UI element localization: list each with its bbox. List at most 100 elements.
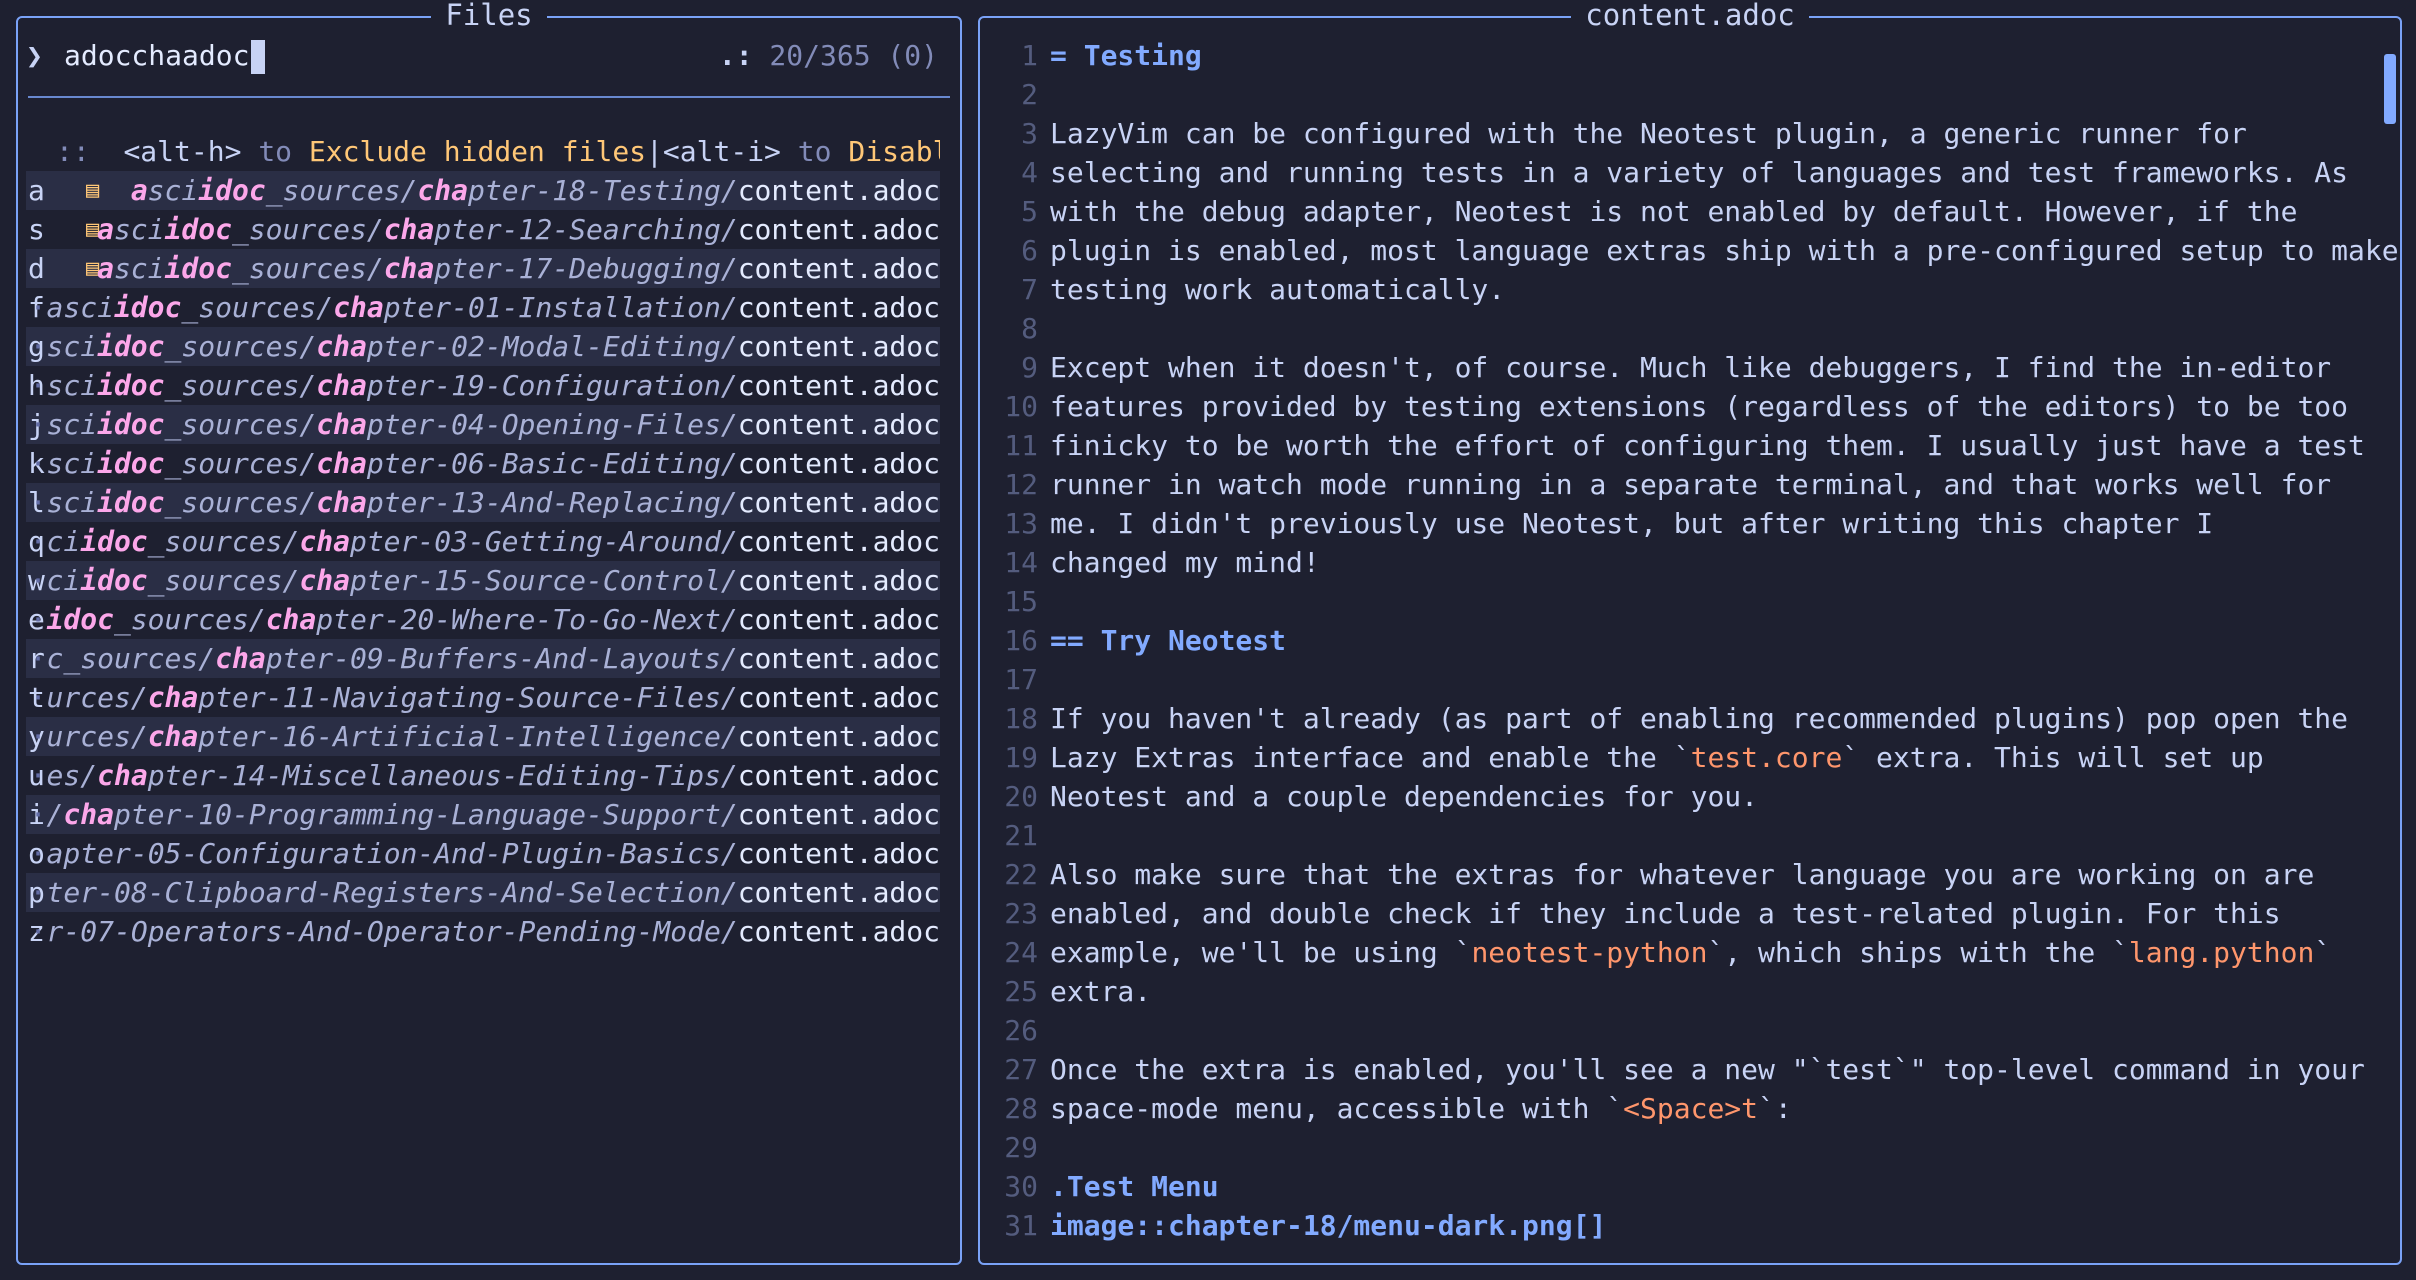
text-run: me. I didn't previously use Neotest, but… xyxy=(1050,507,2214,540)
scrollbar-thumb[interactable] xyxy=(2384,54,2396,124)
match-highlight: cha xyxy=(316,447,367,480)
match-highlight: cha xyxy=(63,798,114,831)
dir-segment: pter-15-Source-Control/ xyxy=(349,564,738,597)
line-number: 18 xyxy=(1004,702,1038,735)
line-number: 4 xyxy=(1021,156,1038,189)
search-query: adocchaadoc xyxy=(64,39,250,72)
file-path: ··sciidoc_sources/chapter-04-Opening-Fil… xyxy=(26,405,940,444)
file-path: ··urces/chapter-11-Navigating-Source-Fil… xyxy=(26,678,940,717)
dir-segment: sci xyxy=(46,486,98,519)
file-result-row[interactable]: z··r-07-Operators-And-Operator-Pending-M… xyxy=(26,912,940,951)
code-line: 31 image::chapter-18/menu-dark.png[] xyxy=(980,1206,2380,1245)
code-line: 14 changed my mind! xyxy=(980,543,2380,582)
line-number: 25 xyxy=(1004,975,1038,1008)
file-name: content.adoc xyxy=(737,681,940,714)
inline-code: lang.python xyxy=(2128,936,2315,969)
match-highlight: cha xyxy=(333,291,384,324)
match-highlight: cha xyxy=(383,252,435,285)
file-result-row[interactable]: e··idoc_sources/chapter-20-Where-To-Go-N… xyxy=(26,600,940,639)
line-number: 1 xyxy=(1021,39,1038,72)
match-highlight: cha xyxy=(316,369,367,402)
dir-segment: c xyxy=(46,642,64,675)
inline-code: test.core xyxy=(1690,741,1843,774)
file-result-row[interactable]: y··urces/chapter-16-Artificial-Intellige… xyxy=(26,717,940,756)
file-result-row[interactable]: k··sciidoc_sources/chapter-06-Basic-Edit… xyxy=(26,444,940,483)
code-line: 21 xyxy=(980,816,2380,855)
heading-text: .Test Menu xyxy=(1050,1170,1219,1203)
dir-segment: _sources/ xyxy=(63,642,216,675)
hint-to-1: to xyxy=(258,135,293,168)
match-highlight: idoc xyxy=(97,369,165,402)
file-name: content.adoc xyxy=(737,291,940,324)
file-result-row[interactable]: p··ter-08-Clipboard-Registers-And-Select… xyxy=(26,873,940,912)
line-number: 2 xyxy=(1021,78,1038,111)
line-number: 28 xyxy=(1004,1092,1038,1125)
file-text-icon: ▤ xyxy=(86,178,100,203)
file-result-row[interactable]: j··sciidoc_sources/chapter-04-Opening-Fi… xyxy=(26,405,940,444)
match-highlight: cha xyxy=(299,564,350,597)
file-path: ··ciidoc_sources/chapter-03-Getting-Arou… xyxy=(26,522,940,561)
line-number: 21 xyxy=(1004,819,1038,852)
dir-segment: _sources/ xyxy=(231,213,384,246)
file-result-row[interactable]: g··sciidoc_sources/chapter-02-Modal-Edit… xyxy=(26,327,940,366)
dir-segment: _sources/ xyxy=(147,564,300,597)
dir-segment: ter-08-Clipboard-Registers-And-Selection… xyxy=(46,876,738,909)
code-line: 11 finicky to be worth the effort of conf… xyxy=(980,426,2380,465)
file-result-row[interactable]: t··urces/chapter-11-Navigating-Source-Fi… xyxy=(26,678,940,717)
file-path: ··c_sources/chapter-09-Buffers-And-Layou… xyxy=(26,639,940,678)
files-panel-title: Files xyxy=(431,0,547,32)
truncation-dots: ·· xyxy=(26,603,47,636)
heading-text: image::chapter-18/menu-dark.png[] xyxy=(1050,1209,1607,1242)
file-result-row[interactable]: i··/chapter-10-Programming-Language-Supp… xyxy=(26,795,940,834)
dir-segment: sci xyxy=(46,369,98,402)
truncation-dots: ·· xyxy=(26,798,47,831)
dir-segment: sci xyxy=(147,174,199,207)
line-text: image::chapter-18/menu-dark.png[] xyxy=(1050,1206,1606,1245)
file-path: ··ter-08-Clipboard-Registers-And-Selecti… xyxy=(26,873,940,912)
file-result-row[interactable]: d ▤ asciidoc_sources/chapter-17-Debugging/… xyxy=(26,249,940,288)
file-result-row[interactable]: o··apter-05-Configuration-And-Plugin-Bas… xyxy=(26,834,940,873)
preview-content[interactable]: 1 = Testing 2 3 LazyVim can be configured wi… xyxy=(980,36,2398,1245)
code-line: 16 == Try Neotest xyxy=(980,621,2380,660)
file-result-row[interactable]: f··asciidoc_sources/chapter-01-Installat… xyxy=(26,288,940,327)
preview-scrollbar[interactable] xyxy=(2384,38,2396,1248)
line-number: 9 xyxy=(1021,351,1038,384)
file-result-row[interactable]: h··sciidoc_sources/chapter-19-Configurat… xyxy=(26,366,940,405)
line-number: 24 xyxy=(1004,936,1038,969)
line-text: Also make sure that the extras for whate… xyxy=(1050,855,2314,894)
text-run: `, which ships with the ` xyxy=(1707,936,2129,969)
file-name: content.adoc xyxy=(737,486,940,519)
match-highlight: cha xyxy=(383,213,435,246)
truncation-dots: ·· xyxy=(26,915,47,948)
line-text: selecting and running tests in a variety… xyxy=(1050,153,2348,192)
hint-sep: :: xyxy=(56,135,90,168)
match-count-value: 20/365 (0) xyxy=(769,39,938,72)
text-run: space-mode menu, accessible with ` xyxy=(1050,1092,1624,1125)
file-name: content.adoc xyxy=(737,330,940,363)
code-line: 17 xyxy=(980,660,2380,699)
file-path: asciidoc_sources/chapter-18-Testing/cont… xyxy=(131,171,940,210)
search-input[interactable]: adocchaadoc xyxy=(64,36,266,76)
file-result-row[interactable]: s ▤ asciidoc_sources/chapter-12-Searching/… xyxy=(26,210,940,249)
search-prompt[interactable]: ❯ adocchaadoc .: 20/365 (0) xyxy=(26,36,952,76)
file-name: content.adoc xyxy=(737,213,940,246)
file-result-row[interactable]: l··sciidoc_sources/chapter-13-And-Replac… xyxy=(26,483,940,522)
dir-segment: sci xyxy=(46,408,98,441)
file-result-row[interactable]: a ▤ asciidoc_sources/chapter-18-Testing/co… xyxy=(26,171,940,210)
text-run: extra. xyxy=(1050,975,1152,1008)
code-line: 18 If you haven't already (as part of ena… xyxy=(980,699,2380,738)
dir-segment: pter-16-Artificial-Intelligence/ xyxy=(198,720,738,753)
match-highlight: cha xyxy=(316,486,367,519)
file-result-row[interactable]: w··ciidoc_sources/chapter-15-Source-Cont… xyxy=(26,561,940,600)
files-picker-panel: Files ❯ adocchaadoc .: 20/365 (0) :: <al… xyxy=(16,0,962,1265)
left-edge-strip xyxy=(0,0,14,1280)
dir-segment: _sources/ xyxy=(113,603,266,636)
match-highlight: a xyxy=(97,213,114,246)
hint-desc-disable: Disable·· xyxy=(848,135,940,168)
prompt-divider xyxy=(28,96,950,98)
line-number: 6 xyxy=(1021,234,1038,267)
file-result-row[interactable]: q··ciidoc_sources/chapter-03-Getting-Aro… xyxy=(26,522,940,561)
file-result-row[interactable]: u··es/chapter-14-Miscellaneous-Editing-T… xyxy=(26,756,940,795)
file-result-row[interactable]: r··c_sources/chapter-09-Buffers-And-Layo… xyxy=(26,639,940,678)
line-number: 16 xyxy=(1004,624,1038,657)
